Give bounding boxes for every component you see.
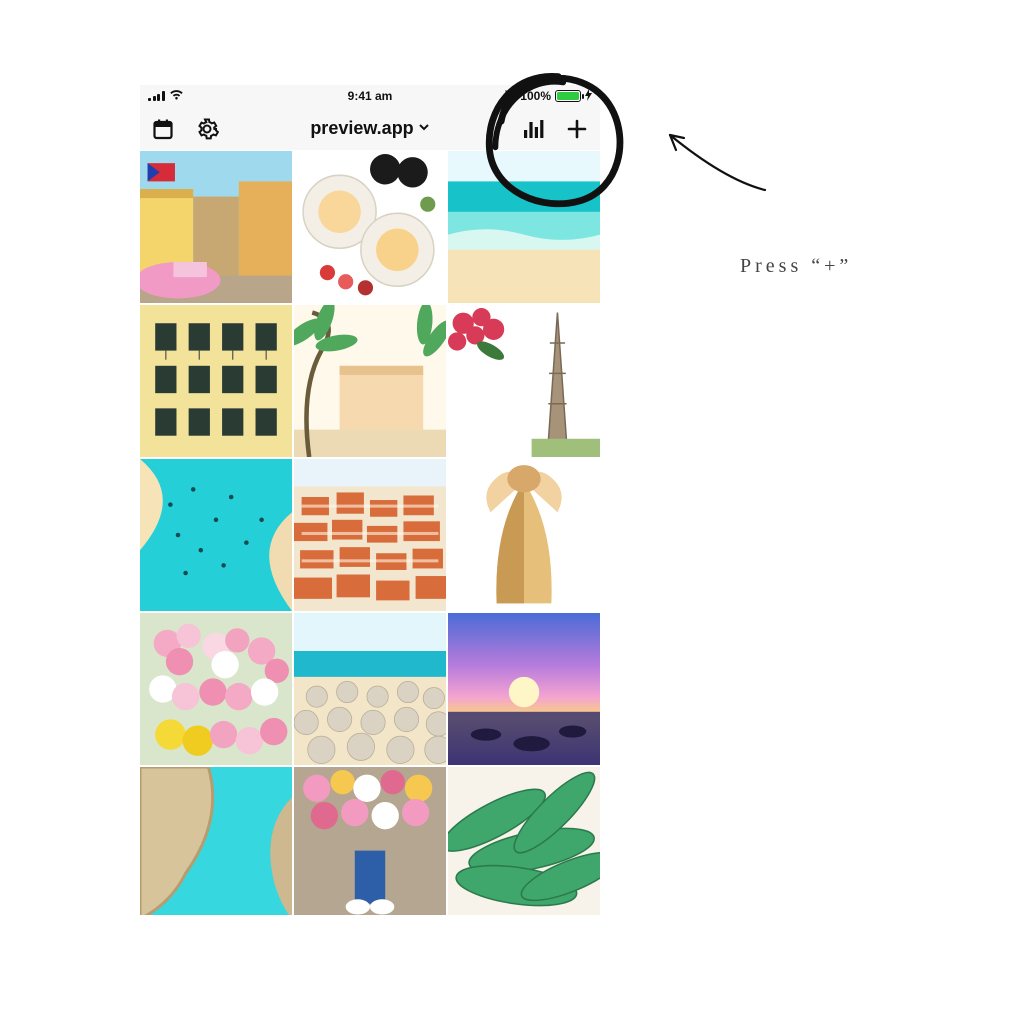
grid-tile[interactable] [140,767,292,915]
account-dropdown[interactable]: preview.app [310,118,429,139]
grid-tile[interactable] [448,151,600,303]
charging-icon [585,89,592,104]
status-time: 9:41 am [348,89,393,103]
phone-screen: 9:41 am 100% [140,85,600,915]
alarm-icon [504,89,516,104]
grid-tile[interactable] [294,305,446,457]
status-bar: 9:41 am 100% [140,85,600,107]
grid-tile[interactable] [140,613,292,765]
grid-tile[interactable] [448,459,600,611]
grid-tile[interactable] [140,151,292,303]
annotation-caption: Press “+” [740,255,852,278]
battery-percent: 100% [520,89,551,103]
grid-tile[interactable] [140,459,292,611]
chevron-down-icon [418,121,430,136]
grid-tile[interactable] [294,613,446,765]
signal-icon [148,91,165,101]
grid-tile[interactable] [448,767,600,915]
account-name: preview.app [310,118,413,139]
grid-tile[interactable] [294,767,446,915]
gear-icon[interactable] [194,116,220,142]
grid-tile[interactable] [448,613,600,765]
battery-icon [555,90,581,102]
status-left [148,89,184,103]
annotation-arrow [650,120,770,200]
grid-tile[interactable] [140,305,292,457]
bars-icon[interactable] [520,116,546,142]
grid-tile[interactable] [294,151,446,303]
status-right: 100% [504,89,592,104]
wifi-icon [169,89,184,103]
grid-tile[interactable] [294,459,446,611]
app-navbar: preview.app [140,107,600,151]
plus-icon[interactable] [564,116,590,142]
feed-grid[interactable] [140,151,600,915]
calendar-icon[interactable] [150,116,176,142]
grid-tile[interactable] [448,305,600,457]
